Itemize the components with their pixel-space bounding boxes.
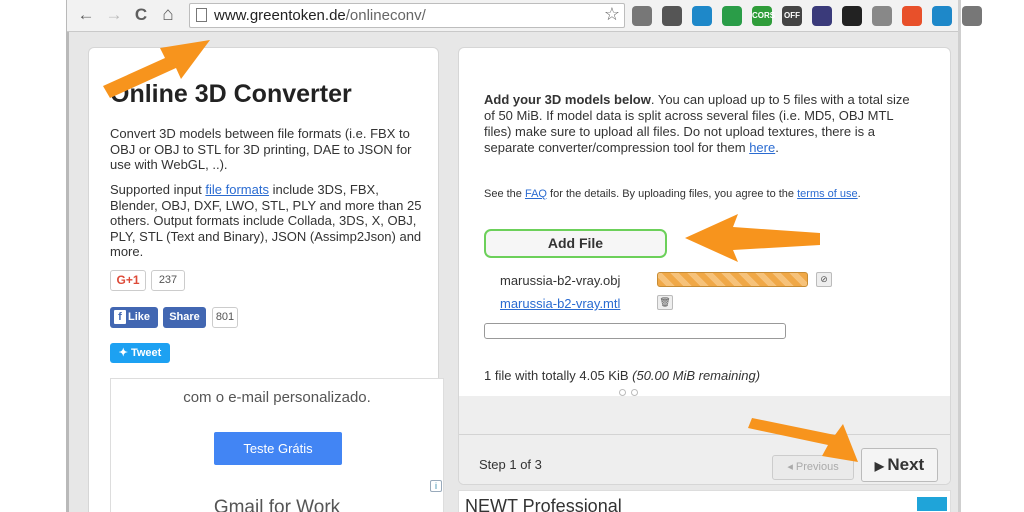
- facebook-count: 801: [212, 307, 238, 328]
- screenshot: ← → C ⌂ www.greentoken.de/onlineconv/ ☆ …: [0, 0, 1024, 512]
- mask-icon[interactable]: [842, 6, 862, 26]
- off-icon[interactable]: OFF: [782, 6, 802, 26]
- camera-icon[interactable]: [872, 6, 892, 26]
- forward-icon[interactable]: →: [104, 5, 124, 25]
- globe-icon[interactable]: [932, 6, 952, 26]
- url-text: www.greentoken.de/onlineconv/: [214, 7, 426, 24]
- trash-icon[interactable]: 🗑: [657, 295, 673, 310]
- gplus-count: 237: [151, 270, 185, 291]
- step-indicator: Step 1 of 3: [479, 457, 542, 472]
- globe-icon[interactable]: [722, 6, 742, 26]
- page-title: Online 3D Converter: [110, 80, 352, 108]
- ad-info-icon[interactable]: i: [430, 480, 442, 492]
- file-link[interactable]: marussia-b2-vray.mtl: [500, 296, 620, 311]
- browser-toolbar: ← → C ⌂ www.greentoken.de/onlineconv/ ☆ …: [67, 0, 982, 32]
- ad-cta-button[interactable]: Teste Grátis: [214, 432, 342, 465]
- outer-left-margin: [0, 0, 69, 512]
- address-bar[interactable]: www.greentoken.de/onlineconv/ ☆: [189, 3, 625, 28]
- upload-instructions: Add your 3D models below. You can upload…: [484, 92, 910, 155]
- upload-progress-bar: [657, 272, 808, 287]
- cancel-icon[interactable]: ⊘: [816, 272, 832, 287]
- ad-text: com o e-mail personalizado.: [183, 389, 371, 406]
- advertisement[interactable]: com o e-mail personalizado. Teste Grátis…: [110, 378, 444, 512]
- film-icon[interactable]: [662, 6, 682, 26]
- globe-icon[interactable]: [692, 6, 712, 26]
- terms-note: See the FAQ for the details. By uploadin…: [484, 188, 861, 200]
- file-name: marussia-b2-vray.obj: [500, 273, 621, 288]
- home-icon[interactable]: ⌂: [158, 5, 178, 25]
- gauge-icon[interactable]: [812, 6, 832, 26]
- previous-button[interactable]: ◂ Previous: [772, 455, 854, 480]
- facebook-share-button[interactable]: Share: [163, 307, 206, 328]
- upload-summary: 1 file with totally 4.05 KiB (50.00 MiB …: [484, 368, 761, 383]
- arrow-left-icon: ◂: [787, 461, 796, 473]
- cast-icon[interactable]: [632, 6, 652, 26]
- tweet-button[interactable]: ✦ Tweet: [110, 343, 170, 363]
- facebook-like-button[interactable]: f Like: [110, 307, 158, 328]
- outer-right-margin: [958, 0, 1024, 512]
- next-button[interactable]: ▶ Next: [861, 448, 938, 482]
- cors-icon[interactable]: CORS: [752, 6, 775, 26]
- ad-heading: Gmail for Work: [213, 497, 341, 512]
- ad-choices-icon[interactable]: [917, 497, 947, 511]
- back-icon[interactable]: ←: [76, 5, 96, 25]
- reload-icon[interactable]: C: [131, 5, 151, 25]
- bookmark-star-icon[interactable]: ☆: [604, 4, 620, 25]
- twitter-icon: ✦: [118, 347, 131, 359]
- gplus-button[interactable]: G+1: [110, 270, 146, 291]
- facebook-icon: f: [114, 310, 126, 324]
- newt-ad-banner[interactable]: NEWT Professional: [458, 490, 951, 512]
- compression-tool-link[interactable]: here: [749, 140, 775, 155]
- terms-link[interactable]: terms of use: [797, 188, 858, 200]
- intro-paragraph: Convert 3D models between file formats (…: [110, 126, 412, 172]
- file-formats-link[interactable]: file formats: [205, 182, 269, 197]
- formats-paragraph: Supported input file formats include 3DS…: [110, 182, 422, 259]
- add-file-button[interactable]: Add File: [484, 229, 667, 258]
- arrow-right-icon: ▶: [874, 459, 888, 473]
- total-size-bar: [484, 323, 786, 339]
- faq-link[interactable]: FAQ: [525, 188, 547, 200]
- page-icon: [196, 8, 207, 22]
- fire-icon[interactable]: [902, 6, 922, 26]
- menu-icon[interactable]: [962, 6, 982, 26]
- carousel-dots[interactable]: [619, 383, 649, 396]
